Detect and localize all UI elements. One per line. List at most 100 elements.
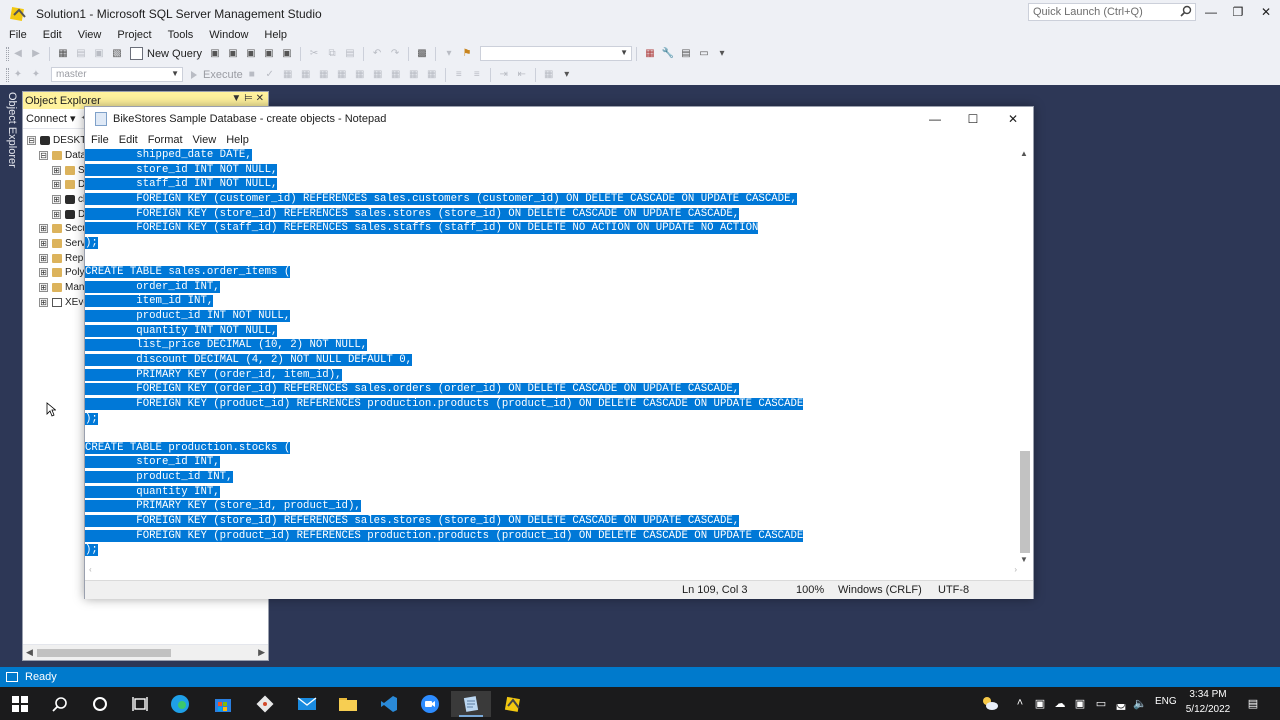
notepad-close-button[interactable]: ✕ — [995, 109, 1031, 129]
dropdown-icon[interactable]: ▾ — [442, 47, 456, 61]
minimize-button[interactable]: — — [1197, 0, 1225, 24]
close-button[interactable]: ✕ — [1252, 0, 1280, 24]
tree-node-security[interactable]: ⊞ Secu — [39, 221, 88, 235]
scroll-up-icon[interactable]: ▲ — [1020, 149, 1028, 158]
scroll-down-icon[interactable]: ▼ — [1020, 555, 1028, 564]
paste-icon[interactable]: ▤ — [343, 47, 357, 61]
search-button[interactable] — [40, 691, 80, 717]
activity-monitor-icon[interactable]: ▩ — [415, 47, 429, 61]
save-icon[interactable]: ▣ — [92, 47, 106, 61]
dax-query-icon[interactable]: ▣ — [280, 47, 294, 61]
live-stats-icon[interactable]: ▦ — [353, 68, 367, 82]
menu-project[interactable]: Project — [109, 27, 159, 43]
quick-launch-input[interactable]: Quick Launch (Ctrl+Q) — [1028, 3, 1196, 21]
tree-node-database[interactable]: ⊞ cl — [52, 192, 85, 206]
task-view-button[interactable] — [120, 691, 160, 717]
toolbox-icon[interactable]: ▤ — [679, 47, 693, 61]
expand-icon[interactable]: ⊞ — [39, 253, 48, 263]
specify-values-icon[interactable]: ▦ — [542, 68, 556, 82]
intellisense-icon[interactable]: ▦ — [317, 68, 331, 82]
back-icon[interactable]: ◀ — [11, 47, 25, 61]
parse-icon[interactable]: ✓ — [263, 68, 277, 82]
notifications-icon[interactable]: ▤ — [1246, 696, 1260, 710]
estimated-plan-icon[interactable]: ▦ — [281, 68, 295, 82]
volume-icon[interactable]: 🔈 — [1133, 696, 1147, 710]
forward-icon[interactable]: ▶ — [29, 47, 43, 61]
connect-button[interactable]: Connect ▾ — [26, 112, 76, 125]
copy-icon[interactable]: ⧉ — [325, 47, 339, 61]
notepad-menu-edit[interactable]: Edit — [114, 134, 143, 146]
close-panel-icon[interactable]: ✕ — [256, 93, 264, 104]
restore-button[interactable]: ❐ — [1224, 0, 1252, 24]
scrollbar-thumb[interactable] — [37, 649, 171, 657]
cortana-button[interactable] — [80, 691, 120, 717]
notepad-minimize-button[interactable]: — — [917, 109, 953, 129]
device-icon[interactable]: ▣ — [1033, 696, 1047, 710]
cut-icon[interactable]: ✂ — [307, 47, 321, 61]
toolbar-grip[interactable] — [6, 67, 9, 82]
dmx-query-icon[interactable]: ▣ — [244, 47, 258, 61]
new-project-icon[interactable]: ▦ — [56, 47, 70, 61]
expand-icon[interactable]: ⊞ — [39, 267, 48, 277]
results-text-icon[interactable]: ▦ — [389, 68, 403, 82]
outdent-icon[interactable]: ⇤ — [515, 68, 529, 82]
taskbar-app-store[interactable] — [203, 691, 243, 717]
find-icon[interactable]: ⚑ — [460, 47, 474, 61]
meet-now-icon[interactable]: ▣ — [1073, 696, 1087, 710]
tree-node-replication[interactable]: ⊞ Repl — [39, 251, 86, 265]
expand-icon[interactable]: ⊞ — [39, 223, 48, 233]
redo-icon[interactable]: ↷ — [388, 47, 402, 61]
clock-time[interactable]: 3:34 PM — [1178, 689, 1238, 700]
object-explorer-tab-label[interactable]: Object Explorer — [6, 92, 18, 168]
results-grid-icon[interactable]: ▦ — [407, 68, 421, 82]
notepad-menu-file[interactable]: File — [85, 134, 114, 146]
expand-icon[interactable]: ⊞ — [39, 282, 48, 292]
taskbar-app-mail[interactable] — [287, 691, 327, 717]
show-hidden-icons[interactable]: ˄ — [1013, 696, 1027, 710]
query-options-icon[interactable]: ▦ — [299, 68, 313, 82]
expand-icon[interactable]: ⊞ — [39, 238, 48, 248]
start-button[interactable] — [0, 691, 40, 717]
change-connection-icon[interactable]: ✦ — [29, 68, 43, 82]
indent-icon[interactable]: ⇥ — [497, 68, 511, 82]
language-indicator[interactable]: ENG — [1155, 696, 1177, 707]
tree-node-database-snapshots[interactable]: ⊞ D — [52, 177, 85, 191]
new-query-button[interactable]: New Query — [130, 47, 202, 60]
expand-icon[interactable]: ⊞ — [52, 209, 61, 219]
scrollbar-thumb[interactable] — [1020, 451, 1030, 553]
menu-window[interactable]: Window — [201, 27, 256, 43]
scroll-left-icon[interactable]: ◀ — [26, 647, 33, 658]
taskbar-app-zoom[interactable] — [410, 691, 450, 717]
panel-menu-icon[interactable]: ▼ — [231, 93, 241, 104]
open-file-icon[interactable]: ▤ — [74, 47, 88, 61]
toolbar-grip[interactable] — [6, 46, 9, 61]
expand-icon[interactable]: ⊞ — [52, 194, 61, 204]
notepad-menu-help[interactable]: Help — [221, 134, 254, 146]
scroll-left-icon[interactable]: ‹ — [89, 565, 92, 574]
tree-node-database[interactable]: ⊞ D — [52, 207, 85, 221]
xmla-query-icon[interactable]: ▣ — [262, 47, 276, 61]
notepad-titlebar[interactable]: BikeStores Sample Database - create obje… — [85, 107, 1033, 131]
scroll-right-icon[interactable]: ▶ — [258, 647, 265, 658]
solution-explorer-icon[interactable]: ▦ — [643, 47, 657, 61]
tree-node-databases[interactable]: ⊟ Data — [39, 148, 86, 162]
notepad-horizontal-scrollbar[interactable]: ‹ › — [85, 565, 1021, 577]
save-all-icon[interactable]: ▧ — [110, 47, 124, 61]
object-explorer-vertical-tab[interactable] — [0, 85, 22, 667]
clock-date[interactable]: 5/12/2022 — [1178, 704, 1238, 715]
collapse-icon[interactable]: ⊟ — [27, 135, 36, 145]
mdx-query-icon[interactable]: ▣ — [226, 47, 240, 61]
pin-icon[interactable]: ⊨ — [244, 93, 253, 104]
stop-icon[interactable]: ■ — [245, 68, 259, 82]
database-engine-query-icon[interactable]: ▣ — [208, 47, 222, 61]
tree-node-xevent-profiler[interactable]: ⊞ XEve — [39, 295, 89, 309]
toolbar-options-icon[interactable]: ▾ — [560, 68, 574, 82]
menu-edit[interactable]: Edit — [35, 27, 70, 43]
toolbar-options-icon[interactable]: ▾ — [715, 47, 729, 61]
notepad-text-area[interactable]: shipped_date DATE, store_id INT NOT NULL… — [85, 148, 1021, 565]
taskbar-app-git[interactable] — [245, 691, 285, 717]
scroll-right-icon[interactable]: › — [1014, 565, 1017, 574]
window-layout-icon[interactable]: ▭ — [697, 47, 711, 61]
notepad-menu-format[interactable]: Format — [143, 134, 188, 146]
tree-node-polybase[interactable]: ⊞ Poly — [39, 265, 84, 279]
